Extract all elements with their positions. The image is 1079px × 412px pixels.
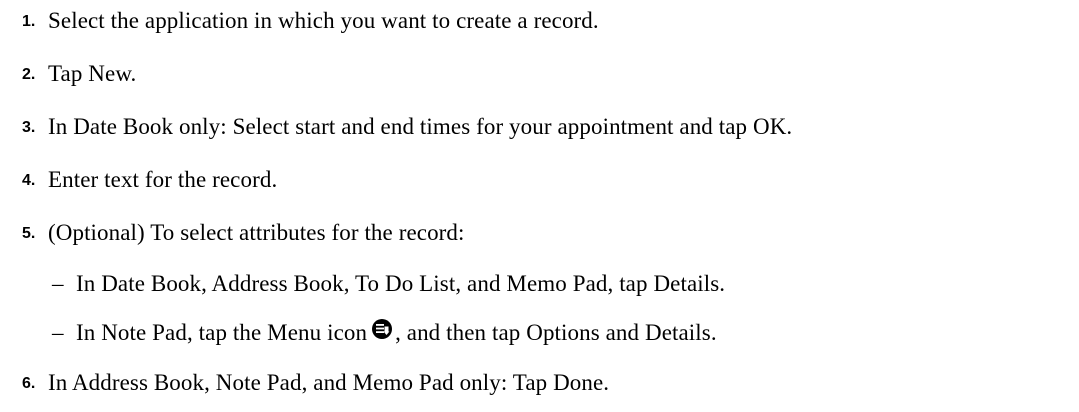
step-number: 4. — [22, 172, 36, 189]
step-number: 5. — [22, 225, 36, 242]
step-number: 3. — [22, 119, 36, 136]
step-text: In Date Book only: Select start and end … — [48, 114, 793, 139]
step-text: (Optional) To select attributes for the … — [48, 220, 465, 245]
step-4: 4. Enter text for the record. — [22, 163, 277, 197]
step-text: In Address Book, Note Pad, and Memo Pad … — [48, 370, 610, 395]
substep-marker: – — [52, 320, 64, 345]
substep-1: – In Date Book, Address Book, To Do List… — [52, 267, 725, 301]
step-1: 1. Select the application in which you w… — [22, 4, 599, 38]
step-5: 5. (Optional) To select attributes for t… — [22, 216, 465, 250]
substep-text-after: , and then tap Options and Details. — [395, 320, 717, 345]
step-6: 6. In Address Book, Note Pad, and Memo P… — [22, 366, 609, 400]
step-text: Select the application in which you want… — [48, 8, 599, 33]
step-number: 1. — [22, 13, 36, 30]
substep-text: In Date Book, Address Book, To Do List, … — [76, 271, 726, 296]
step-2: 2. Tap New. — [22, 57, 136, 91]
step-number: 6. — [22, 375, 36, 392]
substep-marker: – — [52, 271, 64, 296]
menu-icon — [371, 318, 393, 345]
step-text: Tap New. — [48, 61, 137, 86]
step-3: 3. In Date Book only: Select start and e… — [22, 110, 792, 144]
step-text: Enter text for the record. — [48, 167, 278, 192]
substep-2: – In Note Pad, tap the Menu icon , and t… — [52, 316, 717, 350]
step-number: 2. — [22, 66, 36, 83]
instruction-list: 1. Select the application in which you w… — [0, 0, 1079, 412]
substep-text-before: In Note Pad, tap the Menu icon — [76, 320, 368, 345]
